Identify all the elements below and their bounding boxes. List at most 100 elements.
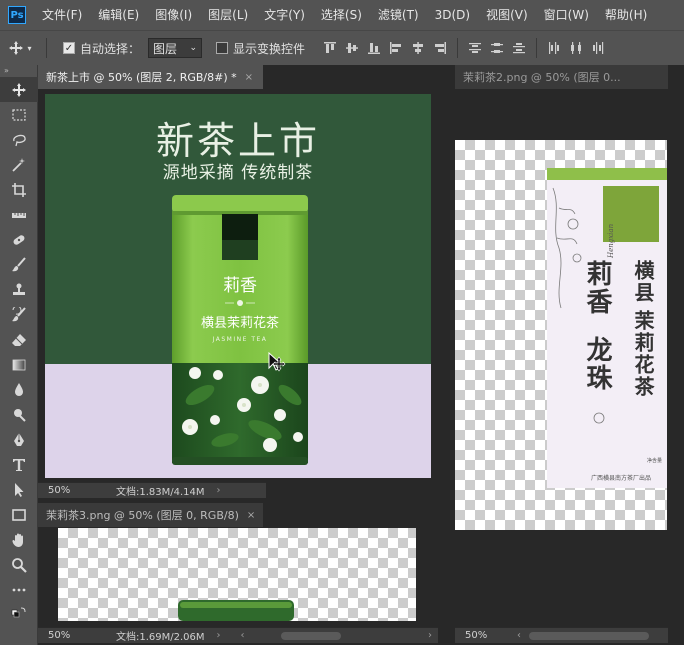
distribute-left-edges-button[interactable] xyxy=(543,38,565,58)
distribute-vcenter-icon xyxy=(491,43,504,53)
healing-brush-icon xyxy=(13,234,25,245)
distribute-right-edges-button[interactable] xyxy=(587,38,609,58)
chevron-right-icon[interactable]: › xyxy=(217,630,221,641)
swap-colors-button[interactable] xyxy=(0,602,38,624)
mouse-cursor-icon xyxy=(268,352,286,372)
move-tool[interactable] xyxy=(0,77,38,102)
checkmark-icon: ✓ xyxy=(64,42,74,54)
distribute-right-icon xyxy=(593,42,604,54)
edit-toolbar-button[interactable] xyxy=(0,577,38,602)
lasso-icon xyxy=(13,134,26,146)
blur-tool[interactable] xyxy=(0,377,38,402)
move-tool-preset-button[interactable]: ▾ xyxy=(0,36,40,60)
menu-select[interactable]: 选择(S) xyxy=(313,0,370,30)
distribute-top-edges-button[interactable] xyxy=(464,38,486,58)
tab-document-2[interactable]: 茉莉茶2.png @ 50% (图层 0... xyxy=(455,65,668,89)
align-top-icon xyxy=(324,42,337,53)
canvas-document-1[interactable]: 新茶上市 源地采摘 传统制茶 莉香 横县茉莉花茶 JASMINE TEA xyxy=(45,94,431,478)
document-size[interactable]: 文档:1.83M/4.14M xyxy=(116,483,205,498)
hand-tool[interactable] xyxy=(0,527,38,552)
ruler-icon xyxy=(12,212,26,218)
photoshop-logo: Ps xyxy=(8,6,26,24)
path-selection-tool[interactable] xyxy=(0,477,38,502)
magic-wand-tool[interactable] xyxy=(0,152,38,177)
pen-tool[interactable] xyxy=(0,427,38,452)
tab-document-1[interactable]: 新茶上市 @ 50% (图层 2, RGB/8#) * × xyxy=(38,65,263,89)
lasso-tool[interactable] xyxy=(0,127,38,152)
align-vertical-centers-button[interactable] xyxy=(341,38,363,58)
document-size[interactable]: 文档:1.69M/2.06M xyxy=(116,628,205,643)
distribute-left-icon xyxy=(549,42,560,54)
auto-select-checkbox[interactable]: ✓ xyxy=(63,42,75,54)
zoom-level[interactable]: 50% xyxy=(455,630,503,641)
chevron-down-icon: ⌄ xyxy=(189,43,198,53)
dodge-tool[interactable] xyxy=(0,402,38,427)
menu-window[interactable]: 窗口(W) xyxy=(536,0,597,30)
tab-title: 新茶上市 @ 50% (图层 2, RGB/8#) * xyxy=(46,71,237,84)
chevron-left-icon[interactable]: ‹ xyxy=(517,630,521,641)
move-icon xyxy=(9,41,24,55)
clone-stamp-tool[interactable] xyxy=(0,277,38,302)
options-bar: ▾ ✓ 自动选择： 图层 ⌄ 显示变换控件 xyxy=(0,30,684,65)
gradient-tool[interactable] xyxy=(0,352,38,377)
canvas-document-2[interactable]: 莉香 龙珠 横县 茉莉花茶 Hengxian 净含量 广西横县南方茶厂出品 xyxy=(455,140,667,530)
horizontal-scrollbar[interactable] xyxy=(280,631,341,640)
zoom-level[interactable]: 50% xyxy=(38,630,86,641)
eraser-tool[interactable] xyxy=(0,327,38,352)
ruler-tool[interactable] xyxy=(0,202,38,227)
show-transform-checkbox[interactable] xyxy=(216,42,229,54)
align-left-edges-button[interactable] xyxy=(385,38,407,58)
align-horizontal-centers-button[interactable] xyxy=(407,38,429,58)
box-product-text-2: 茉莉花茶 xyxy=(631,309,655,398)
distribute-horizontal-centers-button[interactable] xyxy=(565,38,587,58)
type-tool[interactable] xyxy=(0,452,38,477)
auto-select-target-dropdown[interactable]: 图层 ⌄ xyxy=(148,38,203,58)
menu-file[interactable]: 文件(F) xyxy=(34,0,90,30)
marquee-tool[interactable] xyxy=(0,102,38,127)
menu-filter[interactable]: 滤镜(T) xyxy=(370,0,427,30)
move-icon xyxy=(12,82,26,97)
menu-3d[interactable]: 3D(D) xyxy=(427,0,478,30)
gradient-icon xyxy=(12,359,26,370)
tab-document-3[interactable]: 茉莉茶3.png @ 50% (图层 0, RGB/8) × xyxy=(38,503,263,527)
menu-view[interactable]: 视图(V) xyxy=(478,0,536,30)
separator xyxy=(536,38,538,58)
healing-brush-tool[interactable] xyxy=(0,227,38,252)
chevron-right-icon[interactable]: › xyxy=(428,630,432,641)
distribute-vertical-centers-button[interactable] xyxy=(486,38,508,58)
zoom-tool[interactable] xyxy=(0,552,38,577)
collapse-panel-button[interactable]: » xyxy=(0,65,37,77)
align-right-edges-button[interactable] xyxy=(429,38,451,58)
crop-tool[interactable] xyxy=(0,177,38,202)
zoom-level[interactable]: 50% xyxy=(38,485,86,496)
distribute-bottom-edges-button[interactable] xyxy=(508,38,530,58)
menu-image[interactable]: 图像(I) xyxy=(147,0,200,30)
horizontal-scrollbar[interactable] xyxy=(529,631,649,640)
align-bottom-edges-button[interactable] xyxy=(363,38,385,58)
document-window-1: 新茶上市 @ 50% (图层 2, RGB/8#) * × 新茶上市 源地采摘 … xyxy=(38,65,438,498)
menu-type[interactable]: 文字(Y) xyxy=(256,0,313,30)
magic-wand-icon xyxy=(12,157,25,172)
magnifier-icon xyxy=(12,557,27,573)
tea-box-image: 莉香 龙珠 横县 茉莉花茶 Hengxian 净含量 广西横县南方茶厂出品 xyxy=(547,168,667,488)
align-right-icon xyxy=(435,42,447,54)
menu-help[interactable]: 帮助(H) xyxy=(597,0,655,30)
rectangle-tool[interactable] xyxy=(0,502,38,527)
chevron-right-icon[interactable]: › xyxy=(217,485,221,496)
align-left-icon xyxy=(390,42,402,54)
history-brush-tool[interactable] xyxy=(0,302,38,327)
close-tab-button[interactable]: × xyxy=(247,510,255,521)
tools-panel: » xyxy=(0,65,38,645)
menu-layer[interactable]: 图层(L) xyxy=(200,0,256,30)
box-product-text-1: 横县 xyxy=(631,259,655,304)
align-top-edges-button[interactable] xyxy=(319,38,341,58)
brush-tool[interactable] xyxy=(0,252,38,277)
chevron-left-icon[interactable]: ‹ xyxy=(241,630,245,641)
separator xyxy=(457,38,459,58)
dodge-icon xyxy=(14,408,26,422)
menu-edit[interactable]: 编辑(E) xyxy=(90,0,147,30)
tab-title: 茉莉茶3.png @ 50% (图层 0, RGB/8) xyxy=(46,509,239,522)
align-bottom-icon xyxy=(368,43,381,54)
canvas-document-3[interactable] xyxy=(58,528,416,621)
close-tab-button[interactable]: × xyxy=(245,72,253,83)
